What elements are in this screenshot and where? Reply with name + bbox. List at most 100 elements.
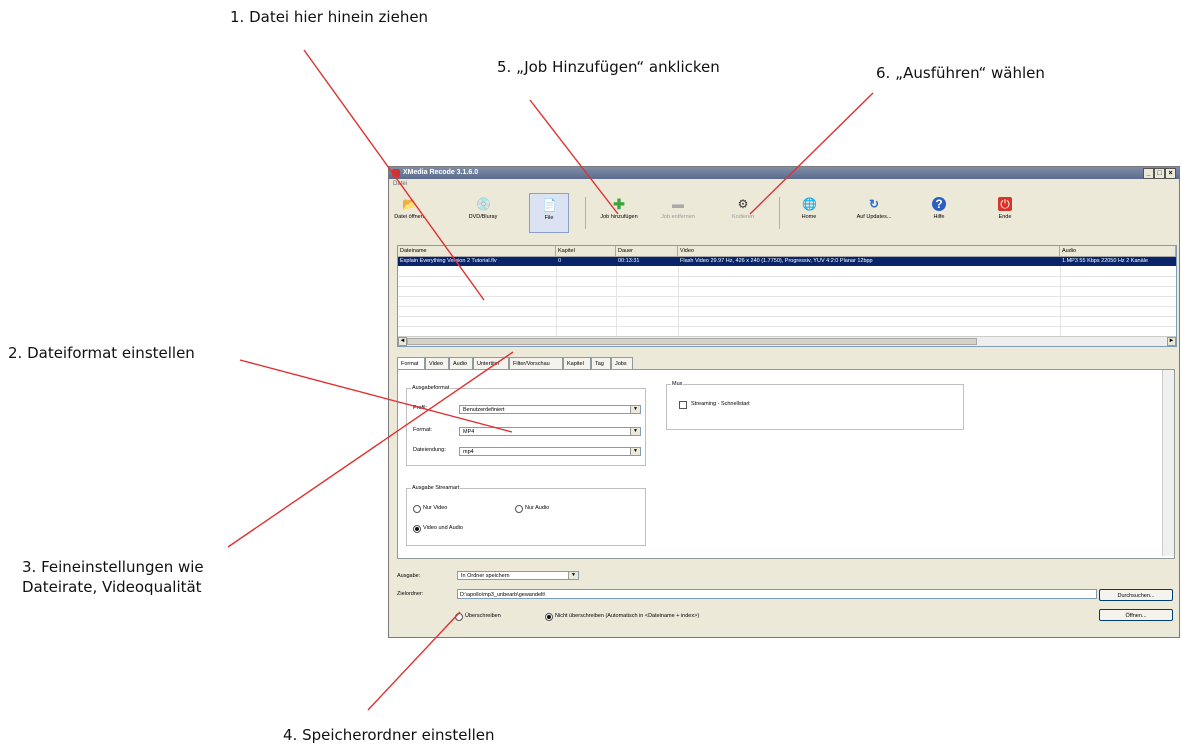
toolbar: 📂 Datei öffnen 💿 DVD/Bluray 📄 File ✚ Job… <box>389 191 1179 235</box>
cell-video: Flash Video 29.97 Hz, 426 x 240 (1.7750)… <box>680 258 873 264</box>
column-header-kapitel[interactable]: Kapitel <box>556 246 616 256</box>
oeffnen-button[interactable]: Öffnen... <box>1099 609 1173 621</box>
annotation-step1: 1. Datei hier hinein ziehen <box>230 8 429 26</box>
tab-tag[interactable]: Tag <box>591 357 611 369</box>
disc-icon: 💿 <box>476 197 491 211</box>
power-icon: ⏻ <box>998 197 1012 211</box>
cell-dateiname: Explain Everything Version 2 Tutorial.fl… <box>400 258 497 264</box>
tab-video[interactable]: Video <box>425 357 449 369</box>
column-header-dateiname[interactable]: Dateiname <box>398 246 556 256</box>
scroll-right-icon[interactable]: ► <box>1167 337 1176 346</box>
plus-icon: ✚ <box>613 196 625 212</box>
remove-job-button[interactable]: ▬ Job entfernen <box>655 193 701 233</box>
ueberschreiben-label: Überschreiben <box>465 613 501 619</box>
output-settings: Ausgabe: In Ordner speichern ▼ Zielordne… <box>389 567 1179 637</box>
nur-video-label: Nur Video <box>423 505 448 511</box>
app-window: XMedia Recode 3.1.6.0 _ □ × Datei 📂 Date… <box>388 166 1180 638</box>
zielordner-label: Zielordner: <box>397 591 424 597</box>
app-icon <box>392 169 400 177</box>
maximize-button[interactable]: □ <box>1154 168 1165 179</box>
video-und-audio-radio[interactable] <box>413 525 421 533</box>
scroll-left-icon[interactable]: ◄ <box>398 337 407 346</box>
refresh-icon: ↻ <box>868 197 880 211</box>
tab-jobs[interactable]: Jobs <box>611 357 633 369</box>
nur-video-radio[interactable] <box>413 505 421 513</box>
tab-audio[interactable]: Audio <box>449 357 473 369</box>
chevron-down-icon: ▼ <box>630 428 640 435</box>
nur-audio-label: Nur Audio <box>525 505 550 511</box>
exit-button[interactable]: ⏻ Ende <box>985 193 1025 233</box>
format-label: Format: <box>413 427 432 433</box>
open-file-button[interactable]: 📂 Datei öffnen <box>391 193 427 233</box>
annotation-step3-line2: Dateirate, Videoqualität <box>22 578 202 596</box>
ausgabeformat-group: Ausgabeformat Profil: Benutzerdefiniert … <box>406 385 646 466</box>
grid-line <box>1060 266 1061 336</box>
annotation-step2: 2. Dateiformat einstellen <box>8 344 195 362</box>
ausgabe-select[interactable]: In Ordner speichern ▼ <box>457 571 579 580</box>
annotation-step5: 5. „Job Hinzufügen“ anklicken <box>497 58 720 76</box>
vertical-scrollbar[interactable] <box>1162 370 1174 556</box>
nur-audio-radio[interactable] <box>515 505 523 513</box>
scrollbar-thumb[interactable] <box>407 338 977 345</box>
table-row[interactable]: Explain Everything Version 2 Tutorial.fl… <box>398 257 1176 266</box>
menu-item-datei[interactable]: Datei <box>389 179 1179 189</box>
add-job-button[interactable]: ✚ Job hinzufügen <box>589 193 649 233</box>
mux-group: Mux Streaming - Schnellstart <box>666 381 964 430</box>
zielordner-input[interactable]: D:\apollo\mp3_unbearb\gewandelt\ <box>457 589 1097 599</box>
dateiendung-select[interactable]: mp4 ▼ <box>459 447 641 456</box>
grid-line <box>556 266 557 336</box>
file-icon: 📄 <box>542 198 557 212</box>
format-select[interactable]: MP4 ▼ <box>459 427 641 436</box>
video-und-audio-label: Video und Audio <box>423 525 463 531</box>
streaming-label: Streaming - Schnellstart <box>691 401 750 407</box>
file-list-header: Dateiname Kapitel Dauer Video Audio <box>398 246 1176 257</box>
help-button[interactable]: ? Hilfe <box>919 193 959 233</box>
annotation-step6: 6. „Ausführen“ wählen <box>876 64 1045 82</box>
minimize-button[interactable]: _ <box>1143 168 1154 179</box>
encode-button[interactable]: ⚙ Kodieren <box>723 193 763 233</box>
column-header-video[interactable]: Video <box>678 246 1060 256</box>
close-button[interactable]: × <box>1165 168 1176 179</box>
cell-dauer: 00:13:31 <box>618 258 640 264</box>
minus-icon: ▬ <box>672 197 684 211</box>
dateiendung-label: Dateiendung: <box>413 447 446 453</box>
annotation-step4: 4. Speicherordner einstellen <box>283 726 495 744</box>
ausgabe-streamart-group: Ausgabe Streamart Nur Video Nur Audio Vi… <box>406 485 646 546</box>
globe-icon: 🌐 <box>802 197 817 211</box>
profil-select[interactable]: Benutzerdefiniert ▼ <box>459 405 641 414</box>
ausgabe-label: Ausgabe: <box>397 573 421 579</box>
profil-label: Profil: <box>413 405 428 411</box>
home-button[interactable]: 🌐 Home <box>789 193 829 233</box>
grid-line <box>616 266 617 336</box>
nicht-ueberschreiben-radio[interactable] <box>545 613 553 621</box>
nicht-ueberschreiben-label: Nicht überschreiben (Automatisch in <Dat… <box>555 613 700 619</box>
chevron-down-icon: ▼ <box>630 448 640 455</box>
durchsuchen-button[interactable]: Durchsuchen... <box>1099 589 1173 601</box>
horizontal-scrollbar[interactable]: ◄ ► <box>398 336 1176 346</box>
title-bar: XMedia Recode 3.1.6.0 _ □ × <box>389 167 1179 179</box>
dvd-bluray-button[interactable]: 💿 DVD/Bluray <box>463 193 503 233</box>
chevron-down-icon: ▼ <box>568 572 578 579</box>
tab-filter-vorschau[interactable]: Filter/Vorschau <box>509 357 563 369</box>
toolbar-separator <box>779 197 780 229</box>
column-header-dauer[interactable]: Dauer <box>616 246 678 256</box>
file-button[interactable]: 📄 File <box>529 193 569 233</box>
streaming-checkbox[interactable] <box>679 401 687 409</box>
ueberschreiben-radio[interactable] <box>455 613 463 621</box>
encode-icon: ⚙ <box>737 197 749 211</box>
column-header-audio[interactable]: Audio <box>1060 246 1176 256</box>
format-panel: Ausgabeformat Profil: Benutzerdefiniert … <box>397 369 1175 559</box>
help-icon: ? <box>932 197 946 211</box>
file-list[interactable]: Dateiname Kapitel Dauer Video Audio Expl… <box>397 245 1177 347</box>
annotation-step3-line1: 3. Feineinstellungen wie <box>22 558 204 576</box>
tab-kapitel[interactable]: Kapitel <box>563 357 591 369</box>
cell-kapitel: 0 <box>558 258 562 264</box>
group-title: Ausgabe Streamart <box>411 485 461 491</box>
toolbar-separator <box>585 197 586 229</box>
check-updates-button[interactable]: ↻ Auf Updates... <box>849 193 899 233</box>
window-title: XMedia Recode 3.1.6.0 <box>403 169 479 176</box>
group-title: Mux <box>671 381 684 387</box>
chevron-down-icon: ▼ <box>630 406 640 413</box>
cell-audio: 1.MP3 55 Kbps 22050 Hz 2 Kanäle <box>1062 258 1148 264</box>
tab-untertitel[interactable]: Untertitel <box>473 357 509 369</box>
